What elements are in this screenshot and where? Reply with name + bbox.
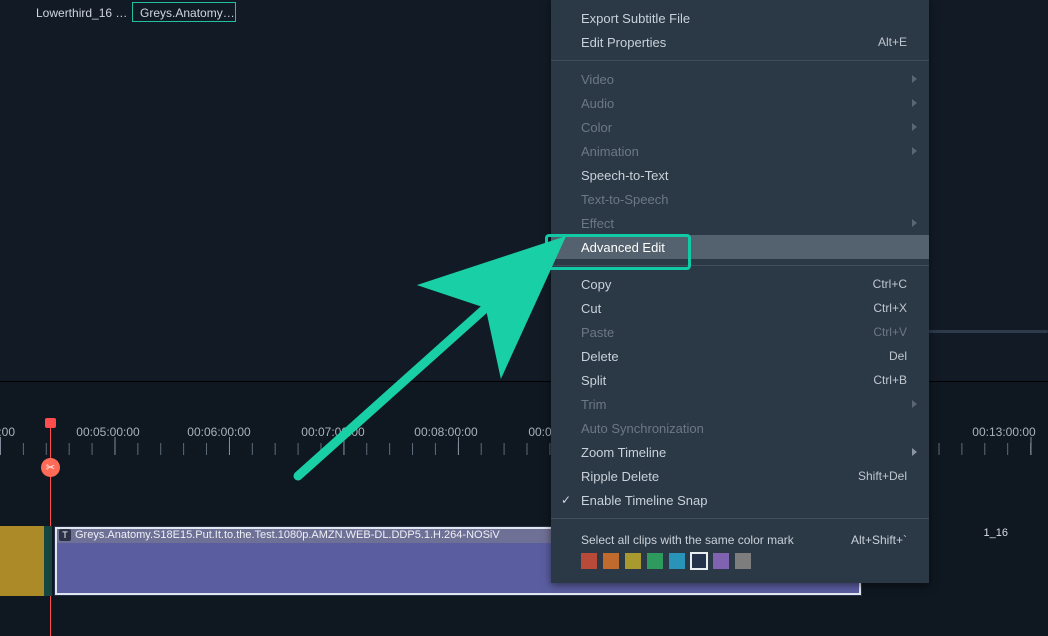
menu-item-label: Cut [581,301,873,316]
clip-title: Greys.Anatomy.S18E15.Put.It.to.the.Test.… [75,529,500,541]
menu-item-shortcut: Ctrl+X [873,301,907,315]
color-swatch[interactable] [625,553,641,569]
menu-item: Text-to-Speech [551,187,929,211]
menu-separator [551,265,929,266]
color-swatch[interactable] [647,553,663,569]
clip-label-selected[interactable]: Greys.Anatomy… [134,4,241,22]
menu-item: Trim [551,392,929,416]
menu-item: Color [551,115,929,139]
time-label: 00:13:00:00 [972,425,1035,439]
submenu-arrow-icon [912,219,917,227]
submenu-arrow-icon [912,75,917,83]
menu-item-label: Export Subtitle File [581,11,907,26]
menu-item-shortcut: Ctrl+C [873,277,907,291]
submenu-arrow-icon [912,99,917,107]
submenu-arrow-icon [912,123,917,131]
menu-item[interactable]: Advanced Edit [551,235,929,259]
submenu-arrow-icon [912,400,917,408]
color-swatch[interactable] [735,553,751,569]
menu-item-label: Color [581,120,907,135]
menu-item[interactable]: ✓ Enable Timeline Snap [551,488,929,512]
menu-item: Video [551,67,929,91]
context-menu[interactable]: Export Subtitle File Edit PropertiesAlt+E… [551,0,929,583]
track-gutter-accent [44,526,52,596]
color-swatch[interactable] [691,553,707,569]
menu-item: Effect [551,211,929,235]
menu-item-shortcut: Ctrl+B [873,373,907,387]
menu-item[interactable]: Edit PropertiesAlt+E [551,30,929,54]
menu-item-shortcut: Shift+Del [858,469,907,483]
menu-item-label: Ripple Delete [581,469,858,484]
clip-label[interactable]: Lowerthird_16 … [30,4,133,22]
color-mark-caption: Select all clips with the same color mar… [581,533,794,547]
color-swatch[interactable] [713,553,729,569]
playhead-handle[interactable] [45,418,56,428]
menu-item-label: Auto Synchronization [581,421,907,436]
menu-separator [551,518,929,519]
time-label: 00:0 [528,425,551,439]
menu-item[interactable]: CopyCtrl+C [551,272,929,296]
menu-item-label: Enable Timeline Snap [581,493,907,508]
menu-item-shortcut: Del [889,349,907,363]
check-icon: ✓ [561,493,571,507]
menu-item: Animation [551,139,929,163]
menu-item[interactable]: SplitCtrl+B [551,368,929,392]
color-mark-caption-row: Select all clips with the same color mar… [551,525,929,553]
menu-item-label: Edit Properties [581,35,878,50]
menu-item-label: Zoom Timeline [581,445,907,460]
text-track-icon: T [59,529,71,541]
menu-item-label: Advanced Edit [581,240,907,255]
time-label: 00:08:00:00 [414,425,477,439]
track-gutter-left [0,526,44,596]
submenu-arrow-icon [912,147,917,155]
menu-item: PasteCtrl+V [551,320,929,344]
menu-item-label: Paste [581,325,873,340]
menu-item-label: Speech-to-Text [581,168,907,183]
color-swatch[interactable] [603,553,619,569]
color-swatch[interactable] [669,553,685,569]
menu-item[interactable]: Zoom Timeline [551,440,929,464]
menu-item[interactable]: Speech-to-Text [551,163,929,187]
menu-item[interactable]: Export Subtitle File [551,6,929,30]
menu-item[interactable]: Ripple DeleteShift+Del [551,464,929,488]
scissors-icon[interactable]: ✂ [41,458,60,477]
menu-item-label: Copy [581,277,873,292]
menu-item-label: Split [581,373,873,388]
menu-item-shortcut: Ctrl+V [873,325,907,339]
menu-item-label: Delete [581,349,889,364]
color-mark-shortcut: Alt+Shift+` [851,533,907,547]
time-label: 00:05:00:00 [76,425,139,439]
clip-tail-label: 1_16 [978,526,1014,542]
menu-item: Auto Synchronization [551,416,929,440]
menu-item-label: Trim [581,397,907,412]
time-label: 00:06:00:00 [187,425,250,439]
time-label: 00:07:00:00 [301,425,364,439]
menu-item[interactable]: CutCtrl+X [551,296,929,320]
menu-item-label: Animation [581,144,907,159]
menu-item-label: Effect [581,216,907,231]
menu-item-shortcut: Alt+E [878,35,907,49]
menu-separator [551,60,929,61]
menu-item: Audio [551,91,929,115]
menu-item-label: Video [581,72,907,87]
submenu-arrow-icon [912,448,917,456]
time-label: 00:00 [0,425,15,439]
menu-item-label: Text-to-Speech [581,192,907,207]
menu-item-label: Audio [581,96,907,111]
color-swatches [551,553,929,569]
color-swatch[interactable] [581,553,597,569]
menu-item[interactable]: DeleteDel [551,344,929,368]
